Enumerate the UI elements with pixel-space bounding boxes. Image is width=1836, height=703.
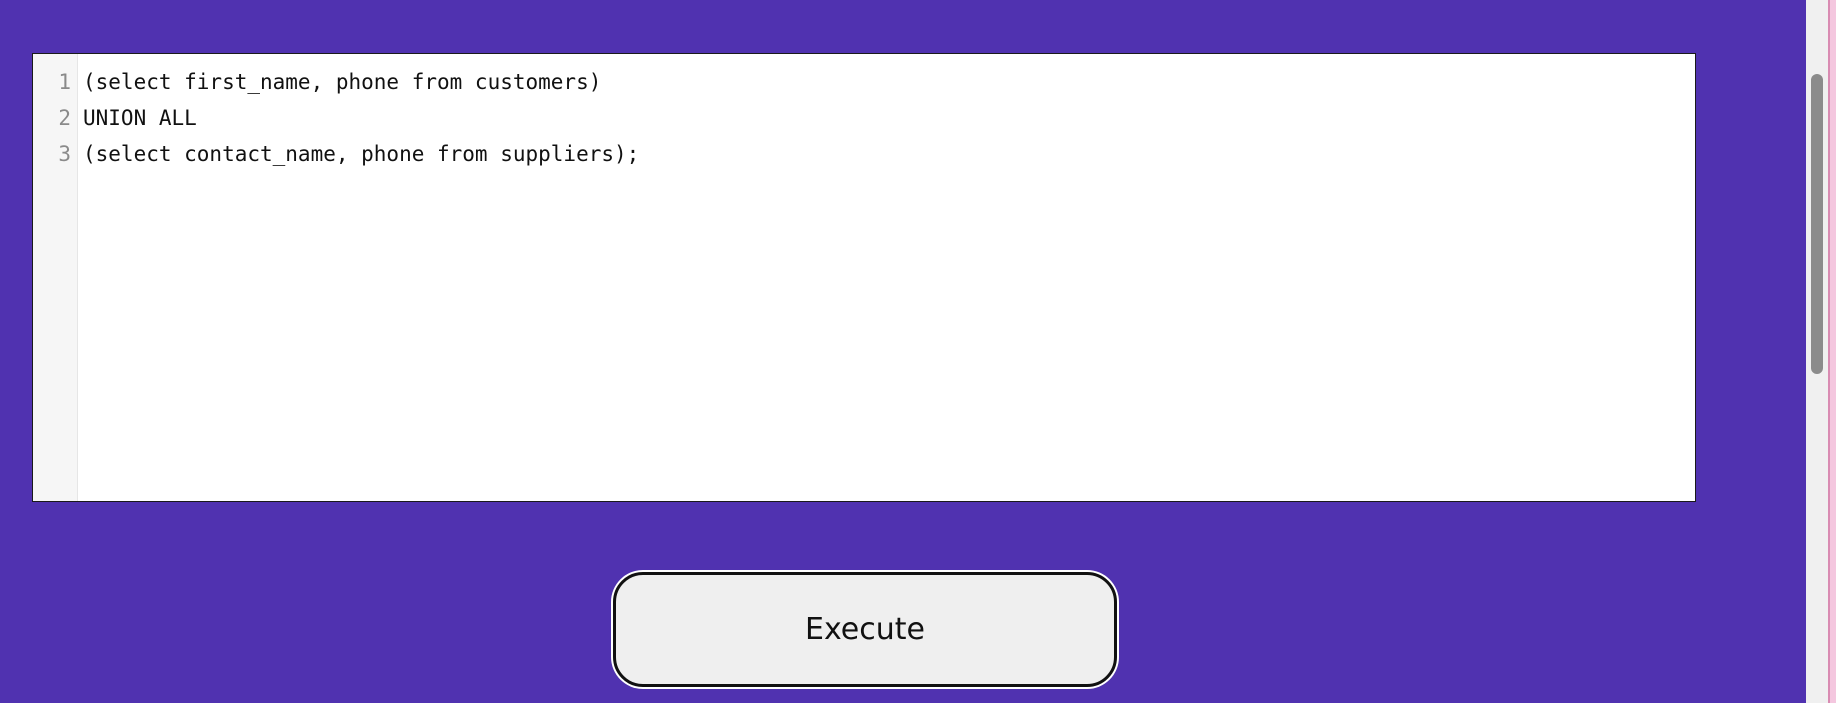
code-line[interactable]: (select first_name, phone from customers… (83, 64, 1695, 100)
code-line[interactable]: (select contact_name, phone from supplie… (83, 136, 1695, 172)
line-number: 2 (58, 106, 71, 130)
code-area[interactable]: (select first_name, phone from customers… (78, 54, 1695, 501)
line-number-gutter: 1 2 3 (33, 54, 78, 501)
code-line[interactable]: UNION ALL (83, 100, 1695, 136)
execute-button[interactable]: Execute (613, 572, 1117, 687)
scrollbar-thumb[interactable] (1811, 74, 1823, 374)
sql-editor[interactable]: 1 2 3 (select first_name, phone from cus… (32, 53, 1696, 502)
page: 1 2 3 (select first_name, phone from cus… (0, 0, 1836, 703)
line-number: 3 (58, 142, 71, 166)
vertical-scrollbar[interactable] (1806, 0, 1828, 703)
window-edge (1828, 0, 1836, 703)
line-number: 1 (58, 70, 71, 94)
